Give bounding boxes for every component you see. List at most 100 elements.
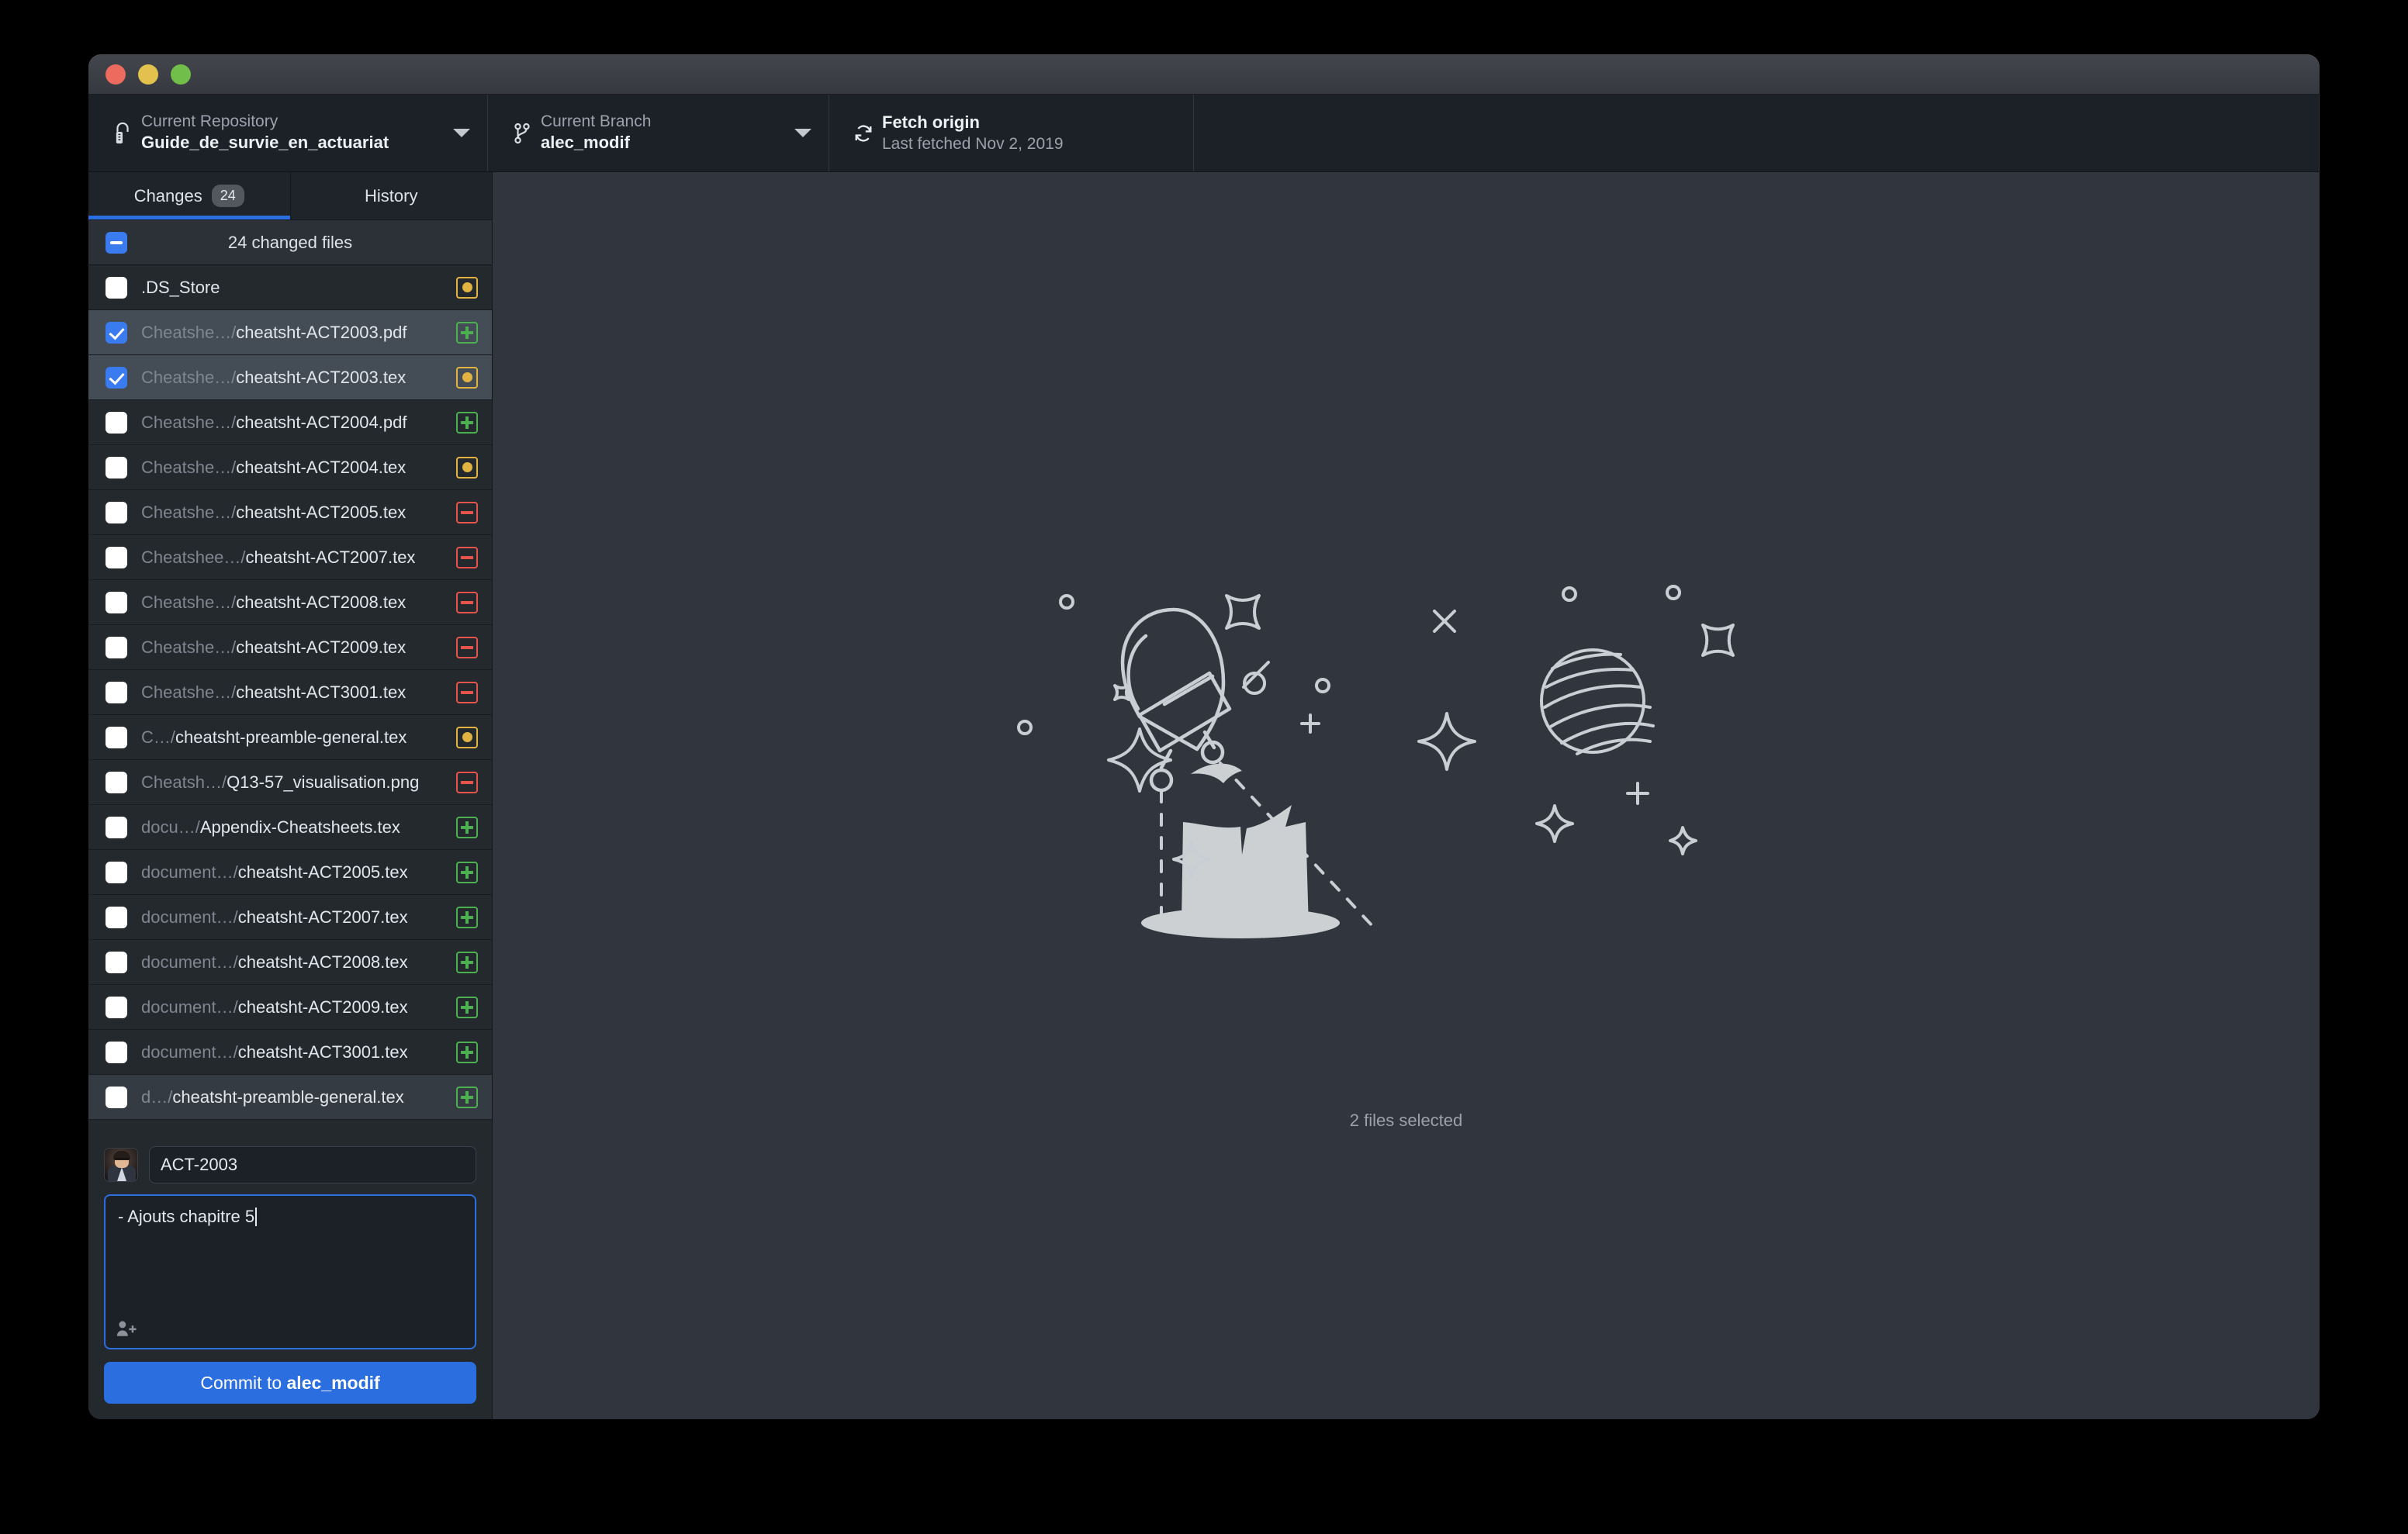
- file-name: cheatsht-ACT2005.tex: [237, 862, 408, 882]
- commit-description-text: - Ajouts chapitre 5: [118, 1207, 255, 1226]
- file-path: Cheatshe…/cheatsht-ACT2003.pdf: [141, 323, 442, 343]
- file-directory: C…/: [141, 727, 175, 747]
- file-directory: Cheatshee…/: [141, 547, 246, 567]
- file-list-item[interactable]: document…/cheatsht-ACT2008.tex: [88, 940, 492, 985]
- file-include-checkbox[interactable]: [106, 861, 127, 883]
- file-name: cheatsht-ACT2009.tex: [236, 637, 407, 657]
- minimize-window-button[interactable]: [138, 64, 158, 85]
- file-name: cheatsht-preamble-general.tex: [172, 1087, 404, 1107]
- file-directory: Cheatshe…/: [141, 412, 237, 432]
- file-include-checkbox[interactable]: [106, 636, 127, 658]
- status-dash-glyph: [461, 780, 473, 784]
- file-status-new-icon: [456, 411, 478, 434]
- status-dot-glyph: [462, 372, 472, 382]
- file-list-item[interactable]: Cheatshe…/cheatsht-ACT3001.tex: [88, 670, 492, 715]
- file-include-checkbox[interactable]: [106, 1086, 127, 1108]
- commit-button-prefix: Commit to: [200, 1372, 287, 1393]
- zoom-window-button[interactable]: [171, 64, 191, 85]
- file-include-checkbox[interactable]: [106, 456, 127, 479]
- file-directory: document…/: [141, 952, 238, 972]
- file-list-item[interactable]: Cheatshe…/cheatsht-ACT2003.tex: [88, 355, 492, 400]
- file-directory: Cheatshe…/: [141, 502, 237, 522]
- file-list-item[interactable]: Cheatshe…/cheatsht-ACT2003.pdf: [88, 310, 492, 355]
- current-branch-button[interactable]: Current Branch alec_modif: [488, 95, 829, 171]
- file-status-new-icon: [456, 1086, 478, 1108]
- file-name: cheatsht-preamble-general.tex: [175, 727, 407, 747]
- file-include-checkbox[interactable]: [106, 591, 127, 613]
- file-status-modified-icon: [456, 276, 478, 299]
- text-caret: [255, 1208, 258, 1226]
- file-include-checkbox[interactable]: [106, 771, 127, 793]
- file-list-item[interactable]: document…/cheatsht-ACT2009.tex: [88, 985, 492, 1030]
- file-list-item[interactable]: document…/cheatsht-ACT2005.tex: [88, 850, 492, 895]
- app-toolbar: Current Repository Guide_de_survie_en_ac…: [88, 95, 2320, 172]
- file-list-item[interactable]: .DS_Store: [88, 265, 492, 310]
- file-include-checkbox[interactable]: [106, 816, 127, 838]
- changed-files-count: 24 changed files: [227, 232, 353, 252]
- file-status-deleted-icon: [456, 771, 478, 793]
- file-list-item[interactable]: Cheatshe…/cheatsht-ACT2009.tex: [88, 625, 492, 670]
- file-directory: document…/: [141, 862, 238, 882]
- changed-file-list[interactable]: .DS_Store Cheatshe…/cheatsht-ACT2003.pdf C…: [88, 265, 492, 1135]
- tab-history-label: History: [365, 185, 418, 206]
- file-path: document…/cheatsht-ACT2008.tex: [141, 952, 442, 973]
- file-path: Cheatshee…/cheatsht-ACT2007.tex: [141, 548, 442, 568]
- file-list-item[interactable]: Cheatshe…/cheatsht-ACT2004.pdf: [88, 400, 492, 445]
- file-name: cheatsht-ACT3001.tex: [237, 1042, 408, 1062]
- file-directory: Cheatshe…/: [141, 457, 237, 477]
- file-include-checkbox[interactable]: [106, 276, 127, 299]
- file-list-item[interactable]: document…/cheatsht-ACT3001.tex: [88, 1030, 492, 1075]
- file-list-item[interactable]: Cheatshe…/cheatsht-ACT2008.tex: [88, 580, 492, 625]
- file-status-deleted-icon: [456, 501, 478, 523]
- commit-summary-input[interactable]: [149, 1146, 476, 1183]
- status-plus-glyph: [461, 865, 473, 879]
- file-include-checkbox[interactable]: [106, 951, 127, 973]
- file-path: Cheatshe…/cheatsht-ACT2004.pdf: [141, 413, 442, 433]
- file-directory: document…/: [141, 1042, 238, 1062]
- fetch-origin-button[interactable]: Fetch origin Last fetched Nov 2, 2019: [829, 95, 1194, 171]
- file-directory: Cheatshe…/: [141, 367, 237, 387]
- sync-icon: [846, 123, 881, 144]
- file-path: document…/cheatsht-ACT2005.tex: [141, 862, 442, 883]
- current-repository-value: Guide_de_survie_en_actuariat: [141, 133, 389, 153]
- status-dash-glyph: [461, 645, 473, 649]
- status-plus-glyph: [461, 821, 473, 834]
- close-window-button[interactable]: [106, 64, 126, 85]
- tab-history[interactable]: History: [291, 172, 493, 219]
- file-list-item[interactable]: Cheatshe…/cheatsht-ACT2005.tex: [88, 490, 492, 535]
- file-list-item[interactable]: Cheatsh…/Q13-57_visualisation.png: [88, 760, 492, 805]
- file-include-checkbox[interactable]: [106, 411, 127, 434]
- file-status-deleted-icon: [456, 546, 478, 568]
- file-include-checkbox[interactable]: [106, 1041, 127, 1063]
- file-include-checkbox[interactable]: [106, 321, 127, 344]
- file-list-item[interactable]: d…/cheatsht-preamble-general.tex: [88, 1075, 492, 1120]
- tab-changes[interactable]: Changes 24: [88, 172, 291, 219]
- status-dash-glyph: [461, 600, 473, 604]
- file-list-item[interactable]: document…/cheatsht-ACT2007.tex: [88, 895, 492, 940]
- file-path: d…/cheatsht-preamble-general.tex: [141, 1087, 442, 1107]
- file-list-item[interactable]: docu…/Appendix-Cheatsheets.tex: [88, 805, 492, 850]
- file-list-item[interactable]: Cheatshe…/cheatsht-ACT2004.tex: [88, 445, 492, 490]
- commit-description-input[interactable]: - Ajouts chapitre 5: [104, 1194, 476, 1349]
- file-name: cheatsht-ACT2003.pdf: [236, 322, 407, 342]
- select-all-checkbox[interactable]: [106, 231, 127, 254]
- blank-slate-caption: 2 files selected: [1349, 1111, 1463, 1130]
- status-dash-glyph: [461, 690, 473, 694]
- file-include-checkbox[interactable]: [106, 366, 127, 389]
- file-include-checkbox[interactable]: [106, 726, 127, 748]
- add-coauthor-icon[interactable]: [116, 1320, 137, 1340]
- status-dash-glyph: [461, 510, 473, 514]
- file-include-checkbox[interactable]: [106, 546, 127, 568]
- status-plus-glyph: [461, 910, 473, 924]
- file-list-item[interactable]: Cheatshee…/cheatsht-ACT2007.tex: [88, 535, 492, 580]
- current-repository-button[interactable]: Current Repository Guide_de_survie_en_ac…: [88, 95, 488, 171]
- file-directory: Cheatshe…/: [141, 322, 237, 342]
- file-include-checkbox[interactable]: [106, 906, 127, 928]
- file-list-item[interactable]: C…/cheatsht-preamble-general.tex: [88, 715, 492, 760]
- commit-button[interactable]: Commit to alec_modif: [104, 1362, 476, 1404]
- file-include-checkbox[interactable]: [106, 996, 127, 1018]
- file-include-checkbox[interactable]: [106, 501, 127, 523]
- file-include-checkbox[interactable]: [106, 681, 127, 703]
- file-name: cheatsht-ACT2005.tex: [236, 502, 407, 522]
- app-body: Changes 24 History 24 changed files .DS_…: [88, 172, 2320, 1419]
